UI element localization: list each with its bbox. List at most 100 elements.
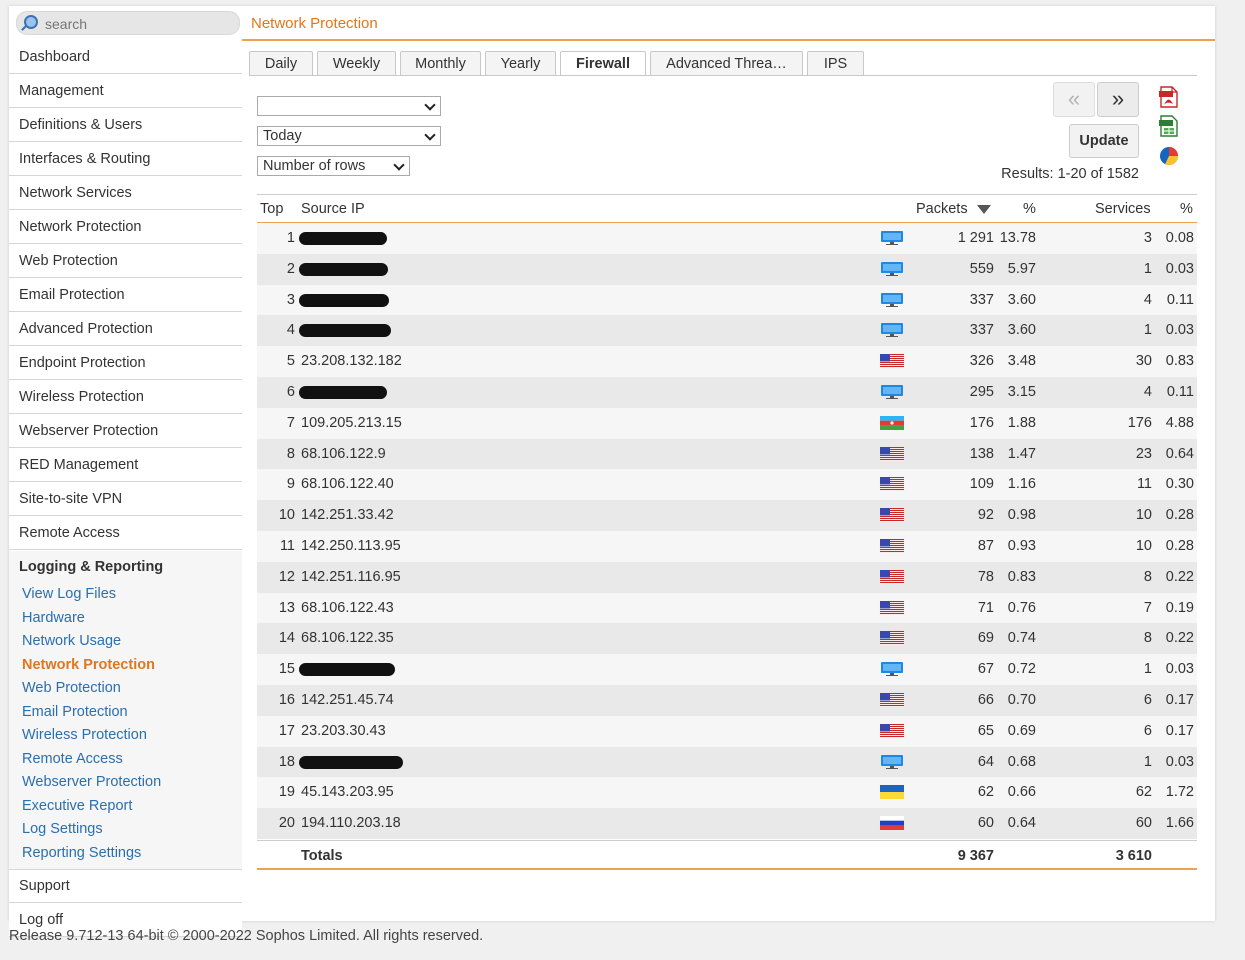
sidebar-subitem-hardware[interactable]: Hardware (9, 607, 242, 631)
sidebar-item-support[interactable]: Support (9, 870, 242, 903)
tab-monthly[interactable]: Monthly (400, 51, 481, 75)
sidebar-subitem-network-protection[interactable]: Network Protection (9, 654, 242, 678)
sidebar-item-definitions-and-users[interactable]: Definitions & Users (9, 109, 242, 142)
chart-icon[interactable] (1159, 145, 1179, 167)
sidebar-subitem-reporting-settings[interactable]: Reporting Settings (9, 842, 242, 866)
local-network-icon (880, 292, 904, 308)
source-ip[interactable]: 142.251.116.95 (301, 569, 401, 585)
source-ip[interactable]: 142.251.45.74 (301, 692, 394, 708)
sidebar-item-webserver-protection[interactable]: Webserver Protection (9, 415, 242, 448)
source-ip[interactable]: 194.110.203.18 (301, 815, 401, 831)
source-ip[interactable]: 23.203.30.43 (301, 723, 386, 739)
search-box[interactable] (16, 11, 240, 35)
col-header-packets-percent[interactable]: % (1023, 201, 1036, 217)
sidebar-subitem-web-protection[interactable]: Web Protection (9, 677, 242, 701)
tab-ips[interactable]: IPS (807, 51, 864, 75)
services-value: 4 (1143, 291, 1152, 308)
sidebar-subitem-network-usage[interactable]: Network Usage (9, 630, 242, 654)
packets-percent: 1.16 (1007, 476, 1036, 493)
sidebar-subitem-remote-access[interactable]: Remote Access (9, 748, 242, 772)
col-header-packets[interactable]: Packets (916, 201, 968, 217)
source-ip[interactable]: 68.106.122.35 (301, 630, 394, 646)
packets-percent: 3.15 (1007, 383, 1036, 400)
col-header-services-percent[interactable]: % (1180, 201, 1193, 217)
sidebar-subitem-view-log-files[interactable]: View Log Files (9, 583, 242, 607)
source-ip[interactable]: 109.205.213.15 (301, 415, 402, 431)
sidebar-item-site-to-site-vpn[interactable]: Site-to-site VPN (9, 483, 242, 516)
sidebar-item-web-protection[interactable]: Web Protection (9, 245, 242, 278)
sidebar-item-endpoint-protection[interactable]: Endpoint Protection (9, 347, 242, 380)
table-row[interactable]: 4 337 3.60 1 0.03 (257, 315, 1197, 347)
services-percent: 0.17 (1165, 722, 1194, 739)
sidebar-subitem-wireless-protection[interactable]: Wireless Protection (9, 724, 242, 748)
pdf-export-icon[interactable] (1159, 86, 1179, 108)
source-ip[interactable]: 68.106.122.9 (301, 446, 386, 462)
flag-us-icon (880, 354, 904, 369)
table-row[interactable]: 14 68.106.122.35 69 0.74 8 0.22 (257, 623, 1197, 655)
tab-advanced-threa[interactable]: Advanced Threa… (650, 51, 803, 75)
sidebar-item-management[interactable]: Management (9, 75, 242, 108)
col-header-top[interactable]: Top (260, 201, 283, 217)
table-row[interactable]: 12 142.251.116.95 78 0.83 8 0.22 (257, 561, 1197, 593)
packets-value: 71 (977, 599, 994, 616)
packets-value: 64 (977, 753, 994, 770)
sidebar-subitem-executive-report[interactable]: Executive Report (9, 795, 242, 819)
table-row[interactable]: 18 64 0.68 1 0.03 (257, 746, 1197, 778)
sidebar-item-interfaces-and-routing[interactable]: Interfaces & Routing (9, 143, 242, 176)
totals-row: Totals 9 367 3 610 (257, 840, 1197, 868)
source-ip[interactable]: 68.106.122.40 (301, 476, 394, 492)
update-button[interactable]: Update (1069, 124, 1139, 158)
source-ip[interactable]: 23.208.132.182 (301, 353, 402, 369)
col-header-source-ip[interactable]: Source IP (301, 201, 365, 217)
tab-yearly[interactable]: Yearly (485, 51, 556, 75)
table-row[interactable]: 17 23.203.30.43 65 0.69 6 0.17 (257, 715, 1197, 747)
table-row[interactable]: 8 68.106.122.9 138 1.47 23 0.64 (257, 438, 1197, 470)
tab-daily[interactable]: Daily (249, 51, 313, 75)
row-rank: 19 (278, 784, 295, 801)
table-row[interactable]: 9 68.106.122.40 109 1.16 11 0.30 (257, 469, 1197, 501)
table-row[interactable]: 11 142.250.113.95 87 0.93 10 0.28 (257, 530, 1197, 562)
packets-value: 62 (977, 784, 994, 801)
sidebar-subitem-webserver-protection[interactable]: Webserver Protection (9, 771, 242, 795)
table-row[interactable]: 6 295 3.15 4 0.11 (257, 376, 1197, 408)
source-ip[interactable]: 142.251.33.42 (301, 507, 394, 523)
sidebar-item-red-management[interactable]: RED Management (9, 449, 242, 482)
source-ip[interactable]: 68.106.122.43 (301, 600, 394, 616)
search-input[interactable] (43, 14, 232, 34)
table-row[interactable]: 5 23.208.132.182 326 3.48 30 0.83 (257, 346, 1197, 377)
sidebar-item-email-protection[interactable]: Email Protection (9, 279, 242, 312)
sidebar-item-remote-access[interactable]: Remote Access (9, 517, 242, 550)
table-row[interactable]: 19 45.143.203.95 62 0.66 62 1.72 (257, 777, 1197, 809)
table-row[interactable]: 3 337 3.60 4 0.11 (257, 284, 1197, 316)
xls-export-icon[interactable] (1159, 115, 1179, 137)
table-row[interactable]: 7 109.205.213.15 176 1.88 176 4.88 (257, 407, 1197, 439)
packets-value: 138 (969, 445, 994, 462)
services-percent: 0.17 (1165, 691, 1194, 708)
period-select[interactable]: Today (257, 126, 441, 146)
col-header-services[interactable]: Services (1095, 201, 1151, 217)
table-row[interactable]: 20 194.110.203.18 60 0.64 60 1.66 (257, 808, 1197, 839)
table-row[interactable]: 10 142.251.33.42 92 0.98 10 0.28 (257, 500, 1197, 531)
tab-weekly[interactable]: Weekly (317, 51, 396, 75)
table-row[interactable]: 15 67 0.72 1 0.03 (257, 654, 1197, 685)
sidebar-item-dashboard[interactable]: Dashboard (9, 41, 242, 74)
sidebar-item-wireless-protection[interactable]: Wireless Protection (9, 381, 242, 414)
sidebar-item-advanced-protection[interactable]: Advanced Protection (9, 313, 242, 346)
sidebar-subitem-log-settings[interactable]: Log Settings (9, 818, 242, 842)
table-row[interactable]: 1 1 291 13.78 3 0.08 (257, 223, 1197, 254)
source-ip[interactable]: 142.250.113.95 (301, 538, 401, 554)
page-title: Network Protection (251, 15, 378, 32)
table-row[interactable]: 16 142.251.45.74 66 0.70 6 0.17 (257, 684, 1197, 716)
sidebar-item-network-services[interactable]: Network Services (9, 177, 242, 210)
sidebar-section-title[interactable]: Logging & Reporting (9, 551, 242, 583)
sidebar-item-network-protection[interactable]: Network Protection (9, 211, 242, 244)
next-page-button[interactable]: » (1097, 82, 1139, 117)
filter-select[interactable] (257, 96, 441, 116)
sidebar-subitem-email-protection[interactable]: Email Protection (9, 701, 242, 725)
table-row[interactable]: 13 68.106.122.43 71 0.76 7 0.19 (257, 592, 1197, 624)
source-ip[interactable]: 45.143.203.95 (301, 784, 394, 800)
rows-select[interactable]: Number of rows (257, 156, 410, 176)
previous-page-button[interactable]: « (1053, 82, 1095, 117)
tab-firewall[interactable]: Firewall (560, 51, 646, 76)
table-row[interactable]: 2 559 5.97 1 0.03 (257, 253, 1197, 285)
